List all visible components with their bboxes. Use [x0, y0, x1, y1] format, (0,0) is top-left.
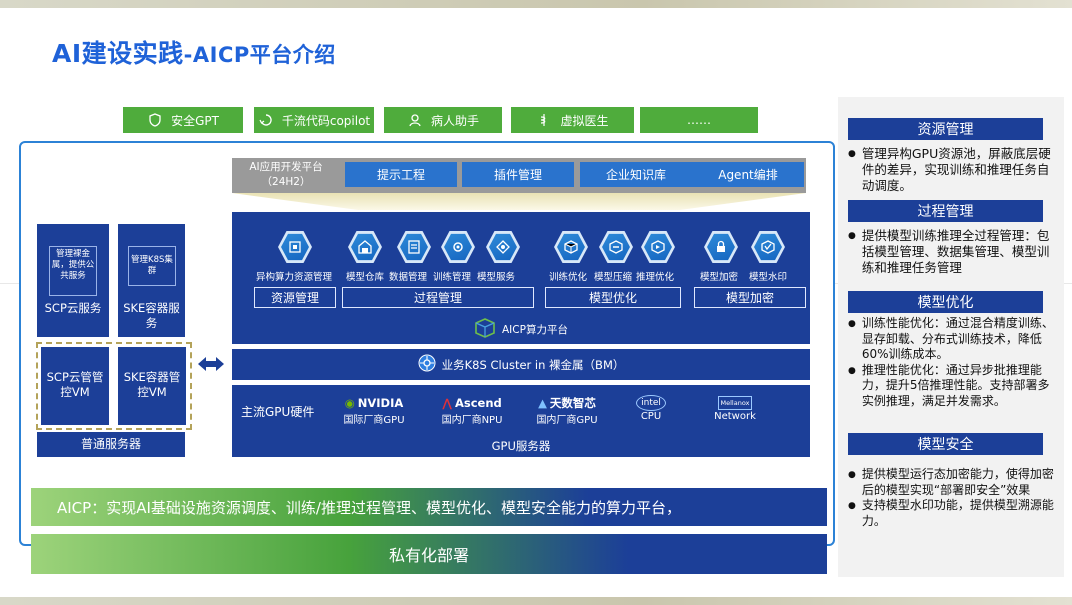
icon-label: 模型水印 — [749, 272, 788, 283]
gpu-hardware-label: 主流GPU硬件 — [241, 405, 315, 419]
aicp-platform-text: AICP算力平台 — [502, 324, 568, 336]
right-head-resource: 资源管理 — [848, 118, 1043, 140]
icon-label: 数据管理 — [389, 272, 428, 283]
bullet-item: 提供模型训练推理全过程管理：包括模型管理、数据集管理、模型训练和推理任务管理 — [848, 228, 1058, 276]
top-decor-bar — [0, 0, 1072, 8]
right-head-optimize: 模型优化 — [848, 291, 1043, 313]
gpu-server-label: GPU服务器 — [491, 439, 551, 453]
app-patient-assistant: 病人助手 — [384, 107, 502, 133]
vendor-iluvatar: ▲ 天数智芯 国内厂商GPU — [528, 394, 606, 427]
mountain-icon: ▲ — [538, 395, 547, 410]
category-encrypt: 模型加密 — [694, 287, 806, 308]
app-label: 千流代码copilot — [281, 113, 371, 128]
k8s-cluster-bar: 业务K8S Cluster in 裸金属（BM） — [232, 349, 810, 380]
right-head-security: 模型安全 — [848, 433, 1043, 455]
dev-button-agent: Agent编排 — [692, 162, 804, 187]
intel-logo-icon: intel — [636, 394, 666, 411]
title-main: AI建设实践 — [52, 39, 184, 68]
app-label: 安全GPT — [171, 113, 219, 128]
k8s-label: 业务K8S Cluster in 裸金属（BM） — [441, 357, 625, 372]
nvidia-eye-icon: ◉ — [344, 395, 355, 410]
medical-icon — [536, 112, 552, 128]
icon-label: 推理优化 — [636, 272, 675, 283]
icon-label: 模型加密 — [700, 272, 739, 283]
vendor-ascend: ⋀ Ascend 国内厂商NPU — [434, 394, 510, 427]
bullet-item: 推理性能优化：通过异步批推理能力，提升5倍推理性能。支持部署多实例推理，满足并发… — [848, 363, 1058, 410]
double-arrow-icon — [196, 354, 226, 380]
dev-platform-label: AI应用开发平台（24H2） — [249, 161, 323, 188]
app-code-copilot: 千流代码copilot — [254, 107, 374, 133]
vendor-caption: 国际厂商GPU — [343, 415, 405, 426]
vendor-logo-text: Ascend — [454, 395, 502, 410]
page-title: AI建设实践-AICP平台介绍 — [52, 34, 336, 70]
dev-button-plugin: 插件管理 — [462, 162, 574, 187]
vendor-logo-text: NVIDIA — [357, 395, 404, 410]
vendor-caption: 国内厂商NPU — [441, 415, 503, 426]
scp-vm-label: SCP云管管控VM — [46, 370, 104, 399]
title-sub: -AICP平台介绍 — [183, 43, 336, 67]
right-text-resource: 管理异构GPU资源池，屏蔽底层硬件的差异，实现训练和推理任务自动调度。 — [848, 146, 1058, 194]
category-process: 过程管理 — [342, 287, 534, 308]
app-label: …… — [687, 113, 711, 127]
shield-icon — [147, 112, 163, 128]
scp-service-label: SCP云服务 — [44, 301, 102, 315]
icon-label: 训练优化 — [549, 272, 588, 283]
right-head-process: 过程管理 — [848, 200, 1043, 222]
right-text-security: 提供模型运行态加密能力，使得加密后的模型实现“部署即安全”效果 支持模型水印功能… — [848, 467, 1058, 529]
app-label: 虚拟医生 — [560, 113, 609, 128]
app-virtual-doctor: 虚拟医生 — [511, 107, 634, 133]
vendor-logo-text: 天数智芯 — [549, 395, 596, 410]
category-optimize: 模型优化 — [545, 287, 681, 308]
dev-button-knowledge: 企业知识库 — [580, 162, 692, 187]
bullet-item: 支持模型水印功能，提供模型溯源能力。 — [848, 498, 1058, 529]
vendor-caption: 国内厂商GPU — [536, 415, 598, 426]
cycle-icon — [258, 112, 274, 128]
icon-label: 模型服务 — [477, 272, 516, 283]
icon-label: 模型压缩 — [594, 272, 633, 283]
private-deploy-banner: 私有化部署 — [31, 534, 827, 574]
icon-label: 训练管理 — [433, 272, 472, 283]
k8s-wheel-icon — [418, 354, 436, 375]
aicp-summary-banner: AICP：实现AI基础设施资源调度、训练/推理过程管理、模型优化、模型安全能力的… — [31, 488, 827, 526]
category-resource: 资源管理 — [254, 287, 336, 308]
vendor-mellanox: Mellanox Network — [706, 394, 764, 422]
bullet-item: 管理异构GPU资源池，屏蔽底层硬件的差异，实现训练和推理任务自动调度。 — [848, 146, 1058, 194]
ascend-mark-icon: ⋀ — [442, 395, 452, 410]
right-text-process: 提供模型训练推理全过程管理：包括模型管理、数据集管理、模型训练和推理任务管理 — [848, 228, 1058, 276]
app-safe-gpt: 安全GPT — [123, 107, 243, 133]
bullet-item: 训练性能优化：通过混合精度训练、显存卸载、分布式训练技术，降低60%训练成本。 — [848, 316, 1058, 363]
vendor-caption: Network — [714, 411, 756, 422]
dev-button-prompt: 提示工程 — [345, 162, 457, 187]
person-icon — [407, 112, 423, 128]
vendor-caption: CPU — [640, 411, 662, 422]
ske-service-label: SKE容器服务 — [123, 301, 180, 330]
bullet-item: 提供模型运行态加密能力，使得加密后的模型实现“部署即安全”效果 — [848, 467, 1058, 498]
mellanox-logo-icon: Mellanox — [717, 395, 753, 410]
icon-label: 异构算力资源管理 — [256, 272, 333, 283]
normal-server-label: 普通服务器 — [37, 432, 185, 457]
vendor-intel: intel CPU — [622, 394, 680, 422]
icon-label: 模型仓库 — [346, 272, 385, 283]
ske-inner-note: 管理K8S集群 — [128, 246, 176, 286]
vendor-nvidia: ◉ NVIDIA 国际厂商GPU — [336, 394, 412, 427]
ske-vm-label: SKE容器管控VM — [123, 370, 181, 399]
app-more: …… — [640, 107, 758, 133]
app-label: 病人助手 — [430, 113, 479, 128]
right-text-optimize: 训练性能优化：通过混合精度训练、显存卸载、分布式训练技术，降低60%训练成本。 … — [848, 316, 1058, 409]
aicp-platform-label: AICP算力平台 — [474, 318, 568, 341]
scp-inner-note: 管理裸金属，提供公共服务 — [49, 246, 97, 296]
cube-logo-icon — [474, 318, 496, 341]
bottom-decor-bar — [0, 597, 1072, 605]
